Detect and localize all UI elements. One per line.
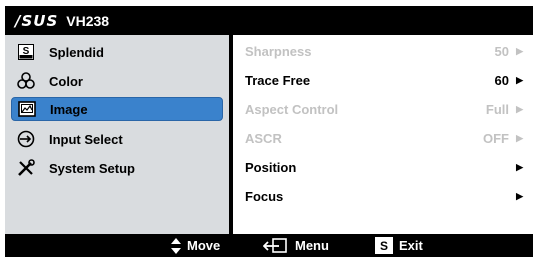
sidebar-item-input-select[interactable]: Input Select <box>11 127 223 151</box>
arrow-right-icon: ▶ <box>516 45 523 56</box>
setting-sharpness: Sharpness 50 ▶ <box>245 39 523 63</box>
exit-hint[interactable]: S Exit <box>375 234 423 257</box>
updown-arrow-icon <box>171 237 181 254</box>
sidebar: S Splendid Color Image Input Select Syst… <box>5 35 233 234</box>
setting-value: OFF <box>483 130 509 146</box>
sidebar-item-label: System Setup <box>49 160 135 176</box>
setting-position[interactable]: Position ▶ <box>245 155 523 179</box>
s-key-icon: S <box>375 237 393 254</box>
setting-label: ASCR <box>245 130 282 146</box>
sidebar-item-image[interactable]: Image <box>11 97 223 121</box>
settings-panel: Sharpness 50 ▶ Trace Free 60 ▶ Aspect Co… <box>233 35 533 234</box>
sidebar-item-splendid[interactable]: S Splendid <box>11 40 223 64</box>
arrow-right-icon: ▶ <box>516 103 523 114</box>
setting-trace-free[interactable]: Trace Free 60 ▶ <box>245 68 523 92</box>
arrow-right-icon: ▶ <box>516 190 523 201</box>
setting-value: 50 <box>494 43 509 59</box>
setting-label: Focus <box>245 188 284 204</box>
move-label: Move <box>187 238 221 253</box>
footer-bar: Move Menu S Exit <box>5 234 533 257</box>
title-bar: /SUS VH238 <box>5 6 533 35</box>
setting-value: 60 <box>494 72 509 88</box>
color-circles-icon <box>15 72 37 90</box>
setting-label: Position <box>245 159 297 175</box>
setting-ascr: ASCR OFF ▶ <box>245 126 523 150</box>
arrow-right-icon: ▶ <box>516 132 523 143</box>
menu-label: Menu <box>295 238 329 253</box>
osd-menu: /SUS VH238 S Splendid Color Image Input <box>5 6 533 257</box>
setting-label: Aspect Control <box>245 101 339 117</box>
setting-aspect-control: Aspect Control Full ▶ <box>245 97 523 121</box>
arrow-right-icon: ▶ <box>516 74 523 85</box>
sidebar-item-label: Image <box>50 101 88 117</box>
sidebar-item-color[interactable]: Color <box>11 69 223 93</box>
model-name: VH238 <box>66 12 110 29</box>
sidebar-item-label: Splendid <box>49 44 104 60</box>
sidebar-item-label: Input Select <box>49 131 123 147</box>
enter-key-icon <box>263 237 287 254</box>
setting-focus[interactable]: Focus ▶ <box>245 184 523 208</box>
splendid-s-icon: S <box>15 43 37 61</box>
sidebar-item-label: Color <box>49 73 83 89</box>
tools-icon <box>15 159 37 177</box>
exit-label: Exit <box>399 238 423 253</box>
svg-text:S: S <box>23 46 30 57</box>
setting-label: Sharpness <box>245 43 312 59</box>
setting-label: Trace Free <box>245 72 311 88</box>
setting-value: Full <box>485 101 509 117</box>
image-icon <box>16 100 38 118</box>
menu-hint[interactable]: Menu <box>263 234 329 257</box>
asus-logo: /SUS <box>15 11 59 30</box>
sidebar-item-system-setup[interactable]: System Setup <box>11 156 223 180</box>
move-hint[interactable]: Move <box>171 234 220 257</box>
input-arrow-icon <box>15 130 37 148</box>
arrow-right-icon: ▶ <box>516 161 523 172</box>
